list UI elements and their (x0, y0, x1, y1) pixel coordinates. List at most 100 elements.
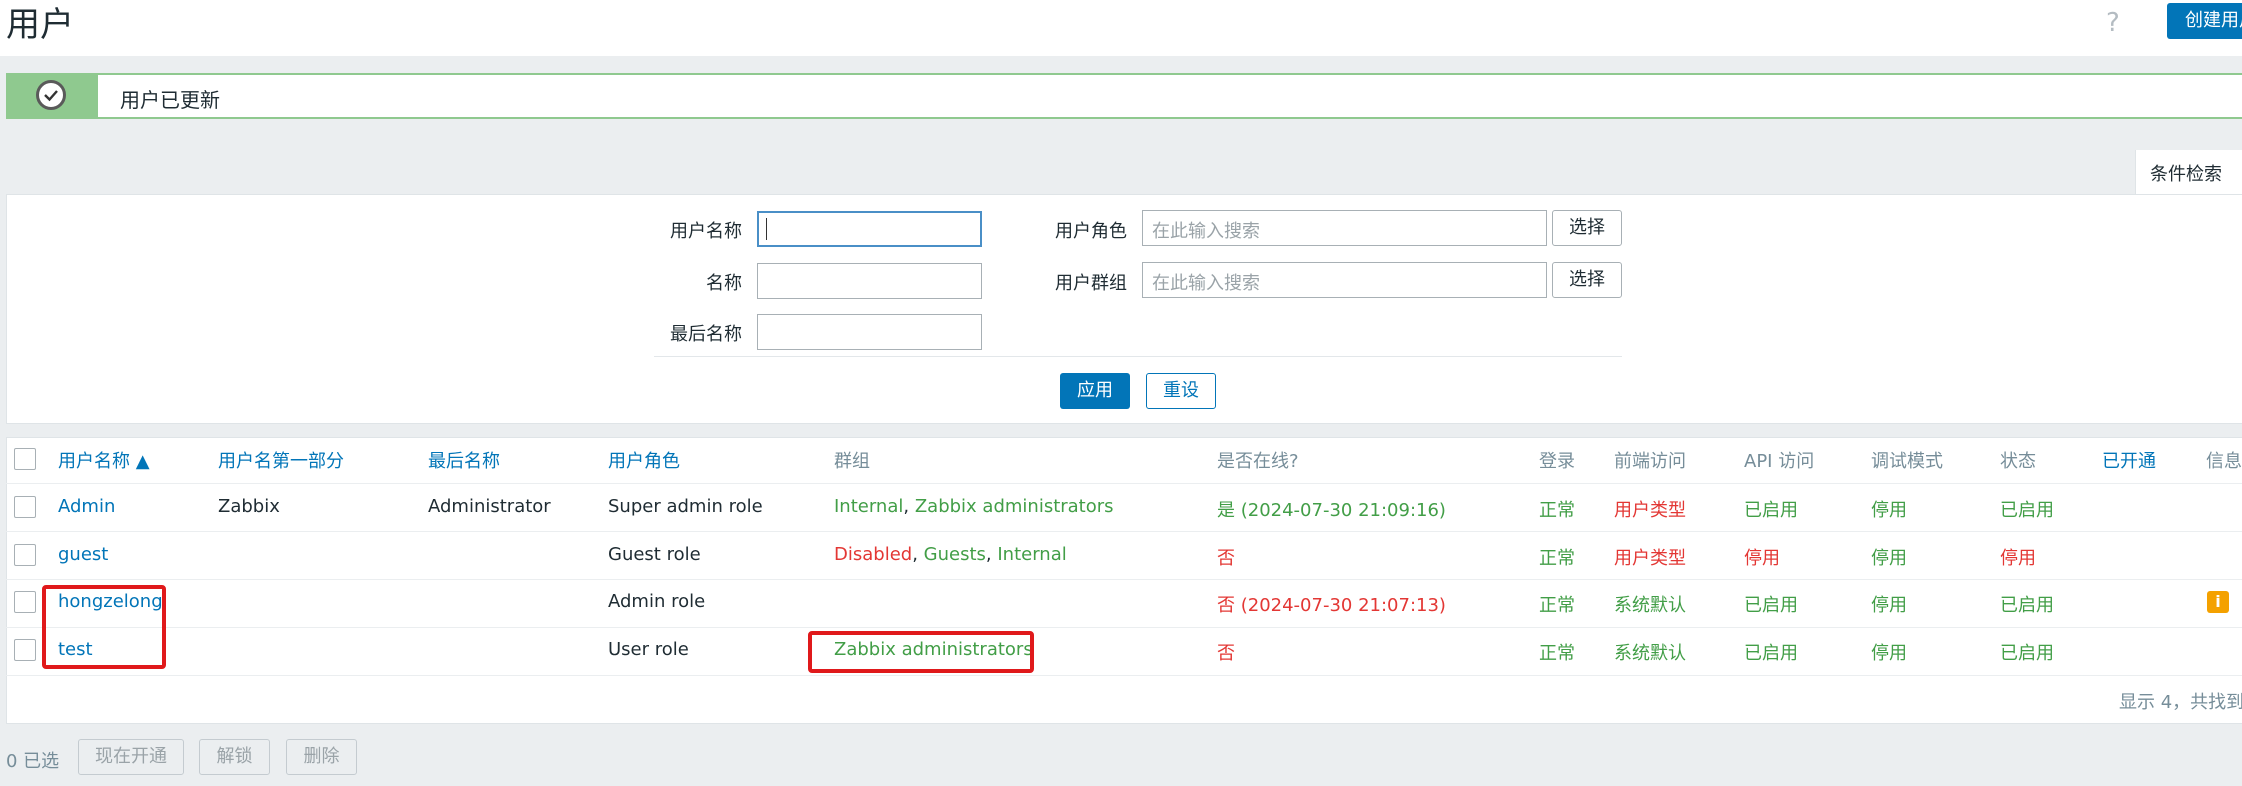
debug-mode: 停用 (1871, 643, 1907, 664)
frontend-access: 系统默认 (1614, 643, 1686, 664)
debug-mode: 停用 (1871, 595, 1907, 616)
unlock-button[interactable]: 解锁 (199, 739, 270, 775)
column-frontend: 前端访问 (1614, 451, 1686, 472)
lastname-label: 最后名称 (670, 324, 742, 345)
api-access: 已启用 (1744, 643, 1798, 664)
api-access: 已启用 (1744, 500, 1798, 521)
user-status[interactable]: 停用 (2000, 544, 2036, 570)
column-login: 登录 (1539, 451, 1575, 472)
apply-button[interactable]: 应用 (1060, 373, 1130, 409)
check-icon (36, 80, 66, 110)
row-checkbox[interactable] (14, 591, 36, 613)
info-icon[interactable]: i (2207, 591, 2229, 613)
role: Guest role (608, 544, 701, 565)
group-label: 用户群组 (1055, 273, 1127, 294)
column-role[interactable]: 用户角色 (608, 447, 680, 473)
help-icon[interactable]: ? (2106, 8, 2120, 38)
name-input[interactable] (757, 263, 982, 299)
header-bar (0, 0, 2242, 56)
username-link[interactable]: guest (58, 544, 108, 565)
text-cursor (766, 218, 767, 240)
username-link[interactable]: Admin (58, 496, 115, 517)
header-divider (6, 483, 2242, 484)
column-last-name[interactable]: 最后名称 (428, 447, 500, 473)
delete-button[interactable]: 删除 (286, 739, 357, 775)
column-first-name[interactable]: 用户名第一部分 (218, 447, 344, 473)
row-divider (6, 579, 2242, 580)
api-access: 已启用 (1744, 595, 1798, 616)
online-status: 否 (1217, 548, 1235, 569)
group-link[interactable]: Disabled (834, 544, 912, 565)
group-link[interactable]: Internal (997, 544, 1066, 565)
user-status[interactable]: 已启用 (2000, 591, 2054, 617)
column-online: 是否在线? (1217, 451, 1299, 472)
group-separator: , (912, 544, 924, 565)
row-divider (6, 531, 2242, 532)
frontend-access: 用户类型 (1614, 548, 1686, 569)
debug-mode: 停用 (1871, 548, 1907, 569)
column-username[interactable]: 用户名称 ▲ (58, 447, 150, 473)
api-access: 停用 (1744, 548, 1780, 569)
login-status: 正常 (1539, 500, 1575, 521)
select-all-checkbox[interactable] (14, 448, 36, 470)
online-status: 是 (2024-07-30 21:09:16) (1217, 500, 1446, 521)
selected-count: 0 已选 (6, 751, 60, 772)
role-placeholder: 在此输入搜索 (1152, 221, 1260, 242)
row-checkbox[interactable] (14, 496, 36, 518)
groups-cell: Disabled, Guests, Internal (834, 544, 1067, 565)
name-label: 名称 (706, 273, 742, 294)
first-name: Zabbix (218, 496, 280, 517)
online-status: 否 (1217, 643, 1235, 664)
frontend-access: 系统默认 (1614, 595, 1686, 616)
row-checkbox[interactable] (14, 639, 36, 661)
column-groups: 群组 (834, 451, 870, 472)
role-search-input[interactable]: 在此输入搜索 (1142, 210, 1547, 246)
role: Super admin role (608, 496, 763, 517)
row-checkbox[interactable] (14, 544, 36, 566)
group-select-button[interactable]: 选择 (1552, 262, 1622, 298)
users-table (6, 437, 2242, 724)
highlight-box-group (808, 631, 1034, 673)
column-info: 信息 (2206, 451, 2242, 472)
filter-tab-label: 条件检索 (2150, 164, 2222, 185)
role-select-button[interactable]: 选择 (1552, 210, 1622, 246)
username-label: 用户名称 (670, 221, 742, 242)
frontend-access: 用户类型 (1614, 500, 1686, 521)
group-search-input[interactable]: 在此输入搜索 (1142, 262, 1547, 298)
row-divider (6, 675, 2242, 676)
login-status: 正常 (1539, 595, 1575, 616)
group-link[interactable]: Zabbix administrators (915, 496, 1114, 517)
lastname-input[interactable] (757, 314, 982, 350)
debug-mode: 停用 (1871, 500, 1907, 521)
row-divider (6, 627, 2242, 628)
filter-divider (654, 356, 1622, 357)
role-label: 用户角色 (1055, 221, 1127, 242)
provision-now-button[interactable]: 现在开通 (78, 739, 184, 775)
online-status: 否 (2024-07-30 21:07:13) (1217, 595, 1446, 616)
column-api: API 访问 (1744, 451, 1815, 472)
group-separator: , (985, 544, 998, 565)
highlight-box-usernames (42, 585, 166, 669)
user-status[interactable]: 已启用 (2000, 639, 2054, 665)
column-debug: 调试模式 (1871, 451, 1943, 472)
column-provisioned[interactable]: 已开通 (2102, 447, 2156, 473)
login-status: 正常 (1539, 548, 1575, 569)
username-input[interactable] (757, 211, 982, 247)
success-message (6, 73, 2242, 119)
role: User role (608, 639, 689, 660)
column-status: 状态 (2000, 451, 2036, 472)
create-user-button[interactable]: 创建用户 (2167, 3, 2242, 39)
group-separator: , (903, 496, 915, 517)
group-placeholder: 在此输入搜索 (1152, 273, 1260, 294)
group-link[interactable]: Internal (834, 496, 903, 517)
groups-cell: Internal, Zabbix administrators (834, 496, 1114, 517)
filter-tab[interactable]: 条件检索 (2135, 150, 2242, 194)
table-footer-count: 显示 4，共找到 4 (2119, 692, 2242, 713)
last-name: Administrator (428, 496, 551, 517)
reset-button[interactable]: 重设 (1146, 373, 1216, 409)
group-link[interactable]: Guests (924, 544, 986, 565)
role: Admin role (608, 591, 706, 612)
page-title: 用户 (6, 5, 74, 45)
login-status: 正常 (1539, 643, 1575, 664)
user-status[interactable]: 已启用 (2000, 496, 2054, 522)
